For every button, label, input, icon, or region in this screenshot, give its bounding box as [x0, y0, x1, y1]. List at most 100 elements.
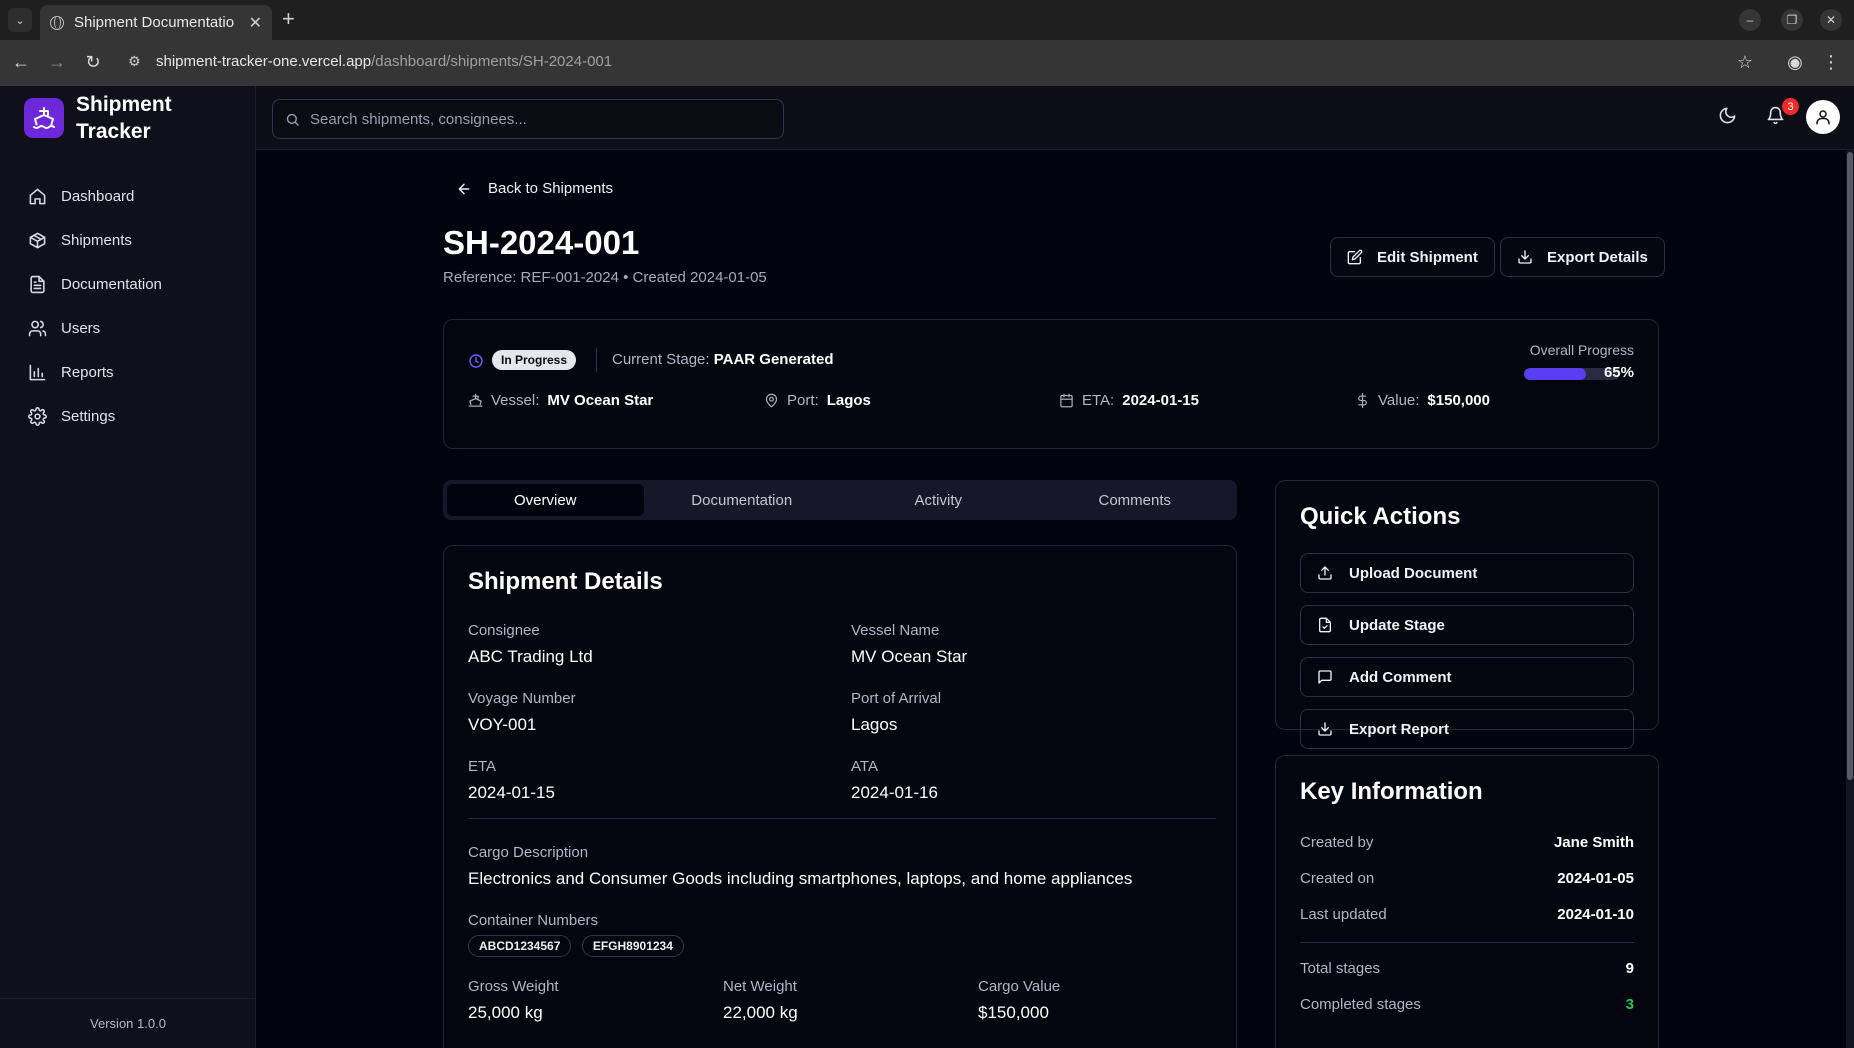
new-tab-button[interactable]: +	[282, 8, 295, 30]
topbar: 3	[256, 86, 1854, 150]
current-stage: Current Stage: PAAR Generated	[612, 351, 834, 368]
sidebar-item-shipments[interactable]: Shipments	[16, 218, 240, 262]
port-meta: Port: Lagos	[764, 392, 871, 409]
sidebar-item-label: Settings	[61, 407, 116, 425]
completed-stages-row: Completed stages 3	[1300, 996, 1634, 1013]
total-stages-row: Total stages 9	[1300, 960, 1634, 977]
tab-documentation[interactable]: Documentation	[644, 484, 841, 516]
package-icon	[29, 232, 46, 248]
scrollbar-thumb[interactable]	[1847, 152, 1853, 780]
quick-actions-card: Quick Actions Upload Document Update Sta…	[1275, 480, 1659, 749]
avatar[interactable]	[1806, 100, 1840, 134]
restore-icon[interactable]: ❐	[1781, 9, 1803, 31]
forward-arrow-icon[interactable]: →	[46, 52, 68, 73]
export-details-label: Export Details	[1547, 248, 1648, 266]
sidebar-item-dashboard[interactable]: Dashboard	[16, 174, 240, 218]
tab-activity[interactable]: Activity	[840, 484, 1037, 516]
row-value: 9	[1625, 960, 1634, 977]
sidebar-item-reports[interactable]: Reports	[16, 350, 240, 394]
eta-label: ETA:	[1082, 392, 1115, 409]
sidebar-item-documentation[interactable]: Documentation	[16, 262, 240, 306]
browser-menu-icon[interactable]: ⋮	[1820, 52, 1842, 73]
back-to-shipments-link[interactable]: Back to Shipments	[456, 180, 613, 197]
quick-actions-heading: Quick Actions	[1300, 503, 1461, 530]
field-label: Cargo Value	[978, 978, 1061, 995]
tab-overview[interactable]: Overview	[447, 484, 644, 516]
port-value: Lagos	[826, 392, 871, 409]
search-input[interactable]	[310, 110, 750, 128]
edit-shipment-label: Edit Shipment	[1377, 248, 1478, 266]
back-arrow-icon[interactable]: ←	[10, 52, 32, 73]
net-weight-field: Net Weight 22,000 kg	[723, 978, 798, 1023]
shipment-details-heading: Shipment Details	[468, 568, 663, 595]
container-chip: ABCD1234567	[468, 935, 572, 957]
app-version: Version 1.0.0	[0, 998, 256, 1048]
brand[interactable]: Shipment Tracker	[0, 86, 256, 150]
close-window-icon[interactable]: ✕	[1820, 9, 1842, 31]
created-by-row: Created by Jane Smith	[1300, 834, 1634, 851]
reload-icon[interactable]: ↻	[82, 52, 104, 73]
sidebar-item-users[interactable]: Users	[16, 306, 240, 350]
profile-icon[interactable]: ◉	[1784, 52, 1806, 73]
field-value: Electronics and Consumer Goods including…	[468, 869, 1133, 888]
row-value: 2024-01-10	[1557, 906, 1634, 923]
bookmark-star-icon[interactable]: ☆	[1734, 52, 1756, 73]
message-icon	[1318, 670, 1332, 684]
site-info-icon[interactable]: ⚙	[128, 53, 141, 70]
url-field[interactable]: shipment-tracker-one.vercel.app/dashboar…	[156, 53, 612, 70]
export-details-button[interactable]: Export Details	[1500, 237, 1665, 277]
field-label: Gross Weight	[468, 978, 559, 995]
container-numbers-field: Container Numbers ABCD1234567 EFGH890123…	[468, 912, 690, 957]
home-icon	[29, 188, 46, 204]
edit-shipment-button[interactable]: Edit Shipment	[1330, 237, 1495, 277]
dollar-icon	[1358, 393, 1367, 408]
sidebar-item-label: Users	[61, 319, 101, 337]
moon-icon[interactable]	[1718, 106, 1737, 125]
ship-logo-icon	[24, 98, 64, 138]
search-box[interactable]	[272, 99, 784, 139]
url-path: /dashboard/shipments/SH-2024-001	[371, 53, 613, 70]
sidebar-item-label: Documentation	[61, 275, 162, 293]
row-label: Created on	[1300, 870, 1375, 887]
page-subtitle: Reference: REF-001-2024 • Created 2024-0…	[443, 269, 767, 286]
download-icon	[1518, 250, 1532, 264]
row-value: 3	[1625, 996, 1634, 1013]
field-label: ETA	[468, 758, 497, 775]
row-value: 2024-01-05	[1557, 870, 1634, 887]
row-label: Total stages	[1300, 960, 1381, 977]
field-value: 2024-01-16	[851, 783, 938, 802]
tab-search-button[interactable]: ⌄	[8, 8, 32, 32]
export-report-button[interactable]: Export Report	[1300, 709, 1634, 749]
field-label: Cargo Description	[468, 844, 589, 861]
browser-tab[interactable]: Shipment Documentatio ✕	[40, 5, 272, 40]
bar-chart-icon	[29, 364, 46, 380]
key-information-card: Key Information Created by Jane Smith Cr…	[1275, 755, 1659, 1048]
page-title: SH-2024-001	[443, 224, 640, 261]
qa-label: Export Report	[1349, 720, 1450, 738]
voyage-number-field: Voyage Number VOY-001	[468, 690, 576, 735]
add-comment-button[interactable]: Add Comment	[1300, 657, 1634, 697]
upload-icon	[1318, 566, 1332, 580]
field-label: Vessel Name	[851, 622, 940, 639]
value-value: $150,000	[1427, 392, 1490, 409]
value-meta: Value: $150,000	[1355, 392, 1490, 409]
upload-document-button[interactable]: Upload Document	[1300, 553, 1634, 593]
close-tab-icon[interactable]: ✕	[249, 13, 262, 33]
eta-value: 2024-01-15	[1122, 392, 1199, 409]
notification-badge: 3	[1782, 98, 1799, 115]
update-stage-button[interactable]: Update Stage	[1300, 605, 1634, 645]
sidebar-item-settings[interactable]: Settings	[16, 394, 240, 438]
tab-comments[interactable]: Comments	[1037, 484, 1234, 516]
sidebar-nav: Dashboard Shipments Documentation Users …	[16, 174, 240, 438]
status-summary-card: In Progress Current Stage: PAAR Generate…	[443, 319, 1659, 449]
shipment-details-card: Shipment Details Consignee ABC Trading L…	[443, 545, 1237, 1048]
eta-meta: ETA: 2024-01-15	[1059, 392, 1199, 409]
field-value: VOY-001	[468, 715, 537, 734]
file-text-icon	[30, 275, 45, 293]
consignee-field: Consignee ABC Trading Ltd	[468, 622, 593, 667]
calendar-icon	[1060, 393, 1073, 408]
page-scrollbar[interactable]	[1846, 150, 1854, 1048]
minimize-icon[interactable]: –	[1739, 9, 1761, 31]
detail-tabs: Overview Documentation Activity Comments	[443, 480, 1237, 520]
edit-icon	[1347, 249, 1363, 265]
